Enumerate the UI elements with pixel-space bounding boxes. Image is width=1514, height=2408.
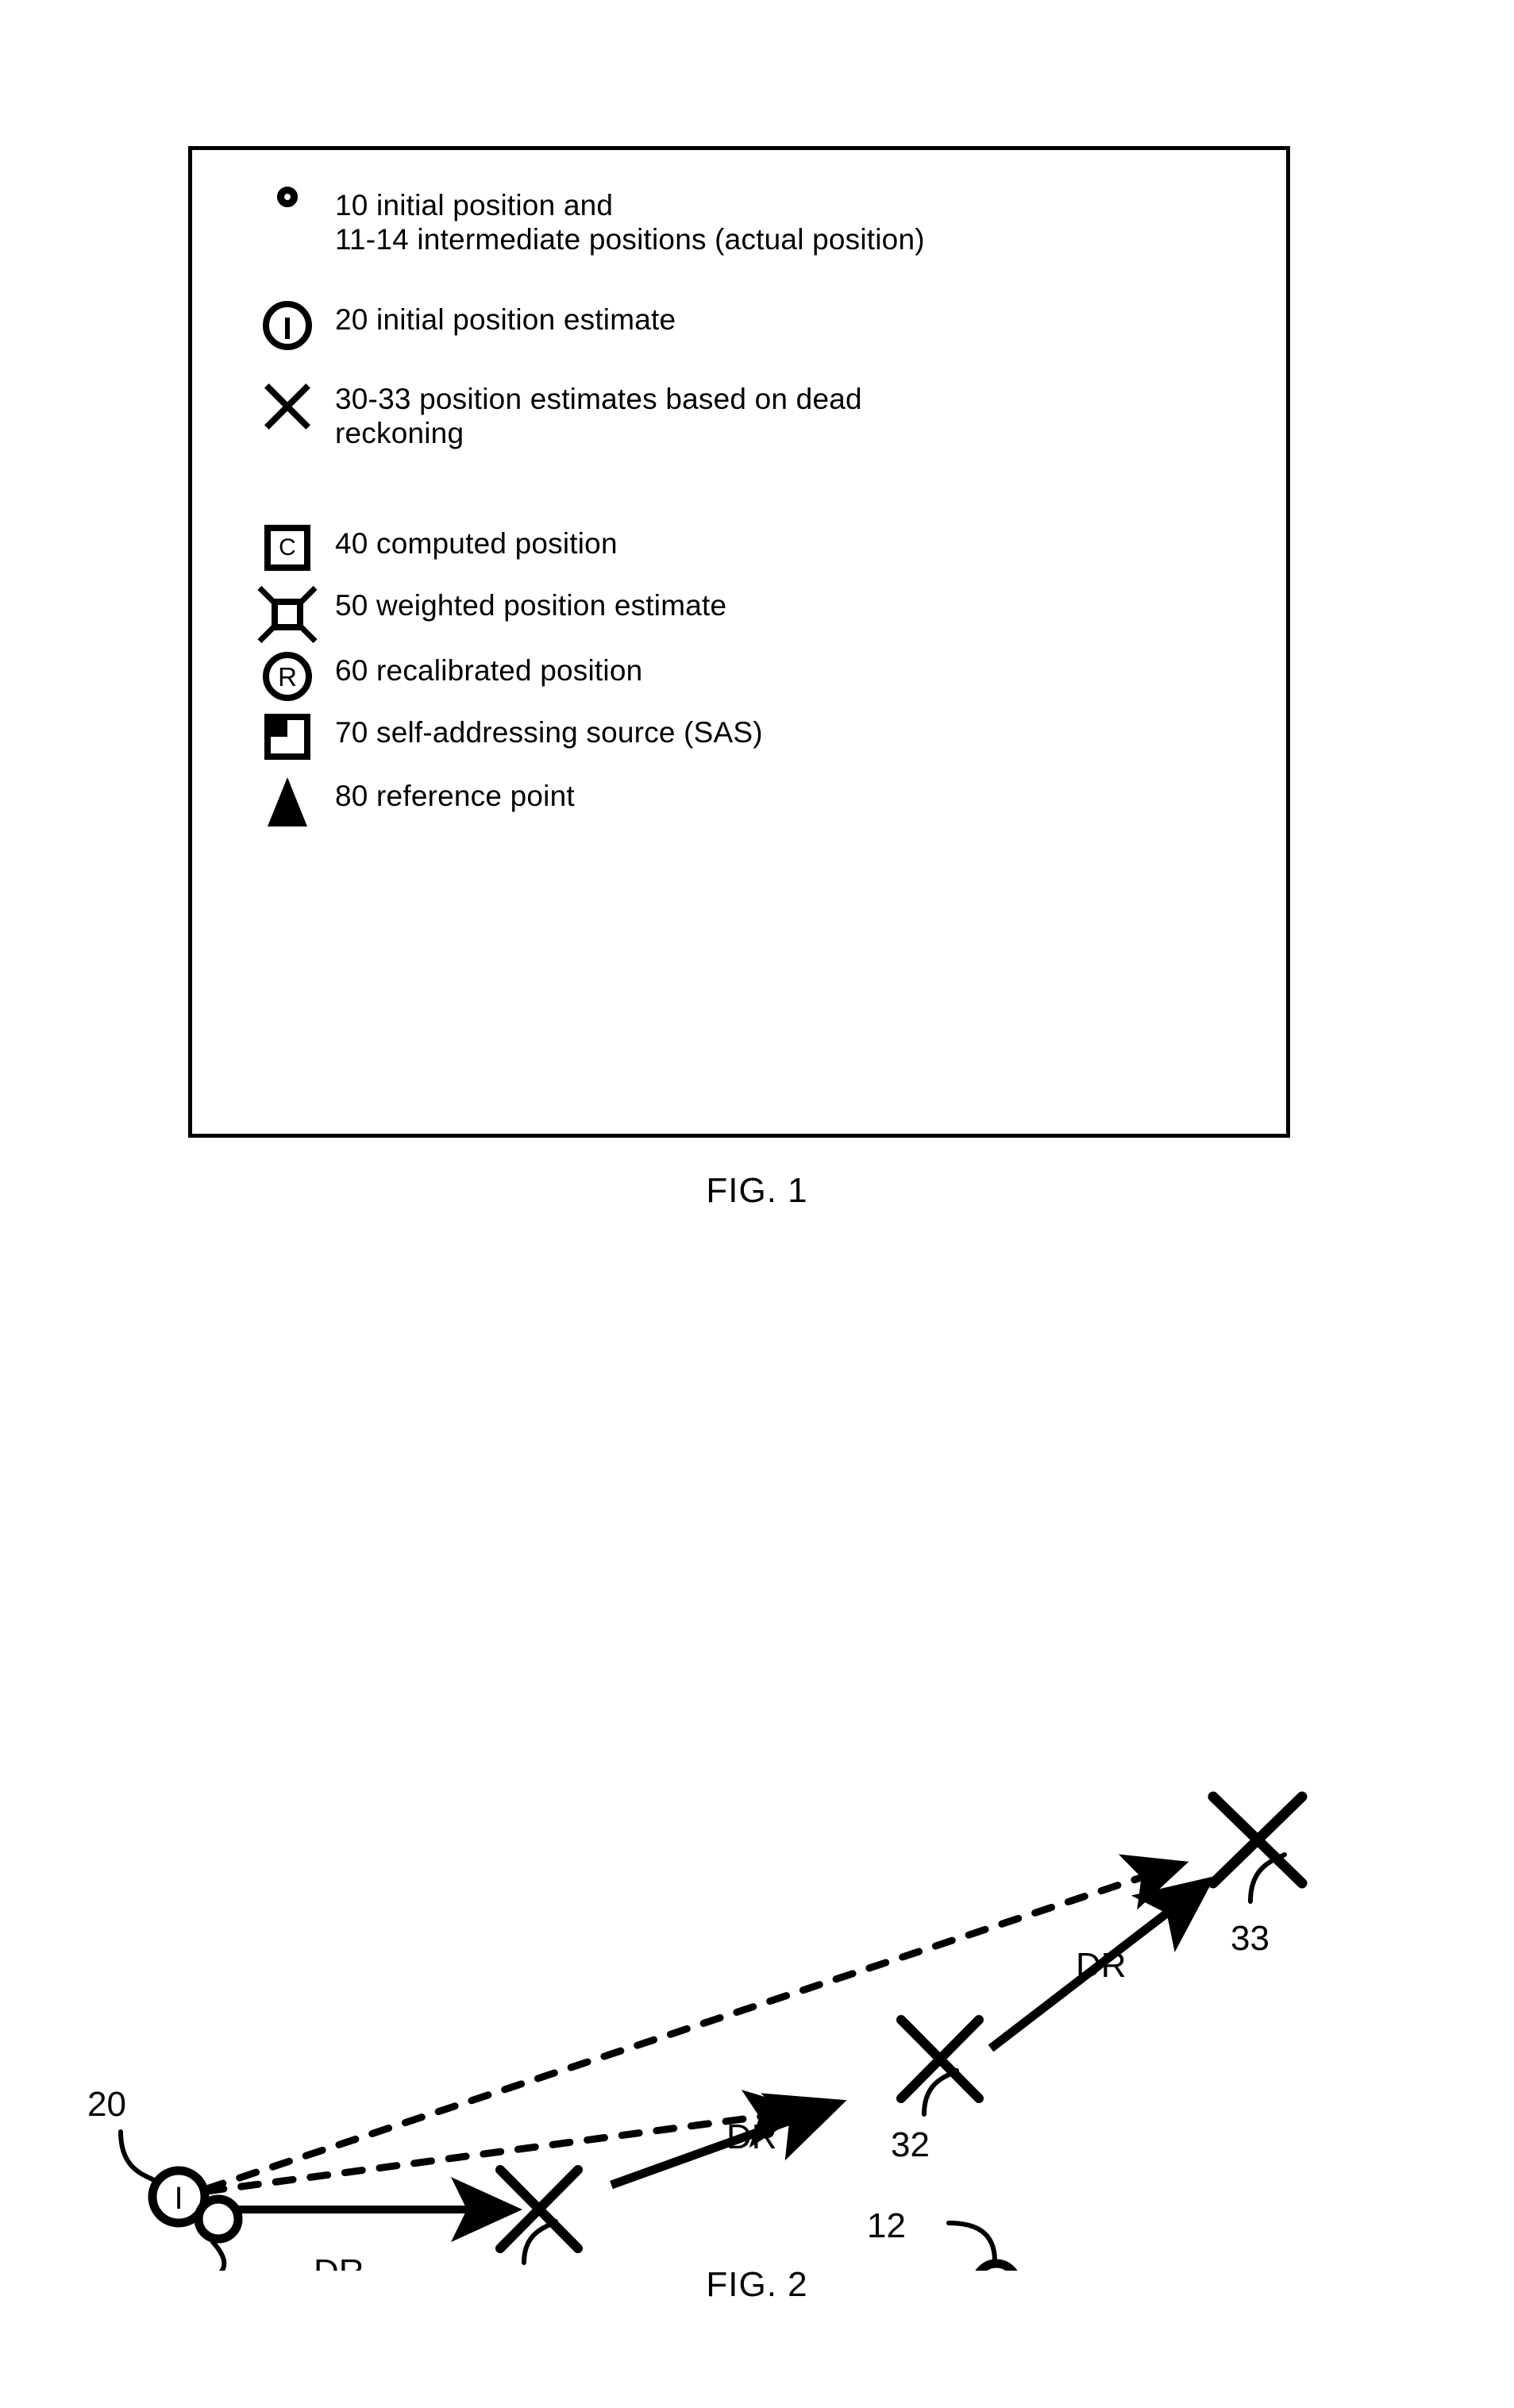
actual-position-marker-12: 12 <box>867 2206 1018 2271</box>
sas-square-icon <box>240 714 335 760</box>
x-cross-icon <box>240 380 335 433</box>
legend-row: 80 reference point <box>240 777 575 826</box>
dashed-vector-to-32 <box>202 1854 1189 2193</box>
dr-arrow-2 <box>610 2093 847 2190</box>
ref-label-32: 32 <box>891 2125 930 2164</box>
x-marker-32: 32 <box>891 2015 984 2164</box>
legend-row: 10 initial position and 11-14 intermedia… <box>240 187 925 257</box>
legend-row: C 40 computed position <box>240 525 618 571</box>
dashed-estimate-vectors <box>202 1854 1189 2195</box>
figure-2-diagram: 31 32 33 I 20 10 11 12 <box>87 1791 1308 2271</box>
x-marker-33: 33 <box>1208 1791 1308 1958</box>
initial-position-estimate-marker: I 20 <box>87 2085 210 2228</box>
leader-curve-12 <box>946 2221 997 2264</box>
legend-row-label: 70 self-addressing source (SAS) <box>335 716 763 749</box>
legend-row-label: 10 initial position and 11-14 intermedia… <box>335 189 925 256</box>
legend-row: 20 initial position estimate <box>240 301 676 350</box>
circled-r-glyph: R <box>263 652 312 701</box>
dead-reckoning-vectors <box>213 1875 1215 2242</box>
dr-label-3: DR <box>1076 1946 1127 1985</box>
leader-curve-20 <box>118 2129 160 2184</box>
filled-triangle-icon <box>240 777 335 826</box>
small-open-circle-icon <box>240 187 335 207</box>
figure-1-legend-box: 10 initial position and 11-14 intermedia… <box>188 146 1290 1138</box>
boxed-c-icon: C <box>240 525 335 571</box>
dr-label-2: DR <box>726 2117 777 2156</box>
legend-row: 70 self-addressing source (SAS) <box>240 714 763 760</box>
legend-row-label: 60 recalibrated position <box>335 654 643 687</box>
legend-row-label: 30-33 position estimates based on dead r… <box>335 383 862 450</box>
weighted-square-icon <box>240 585 335 644</box>
ref-label-20: 20 <box>87 2085 126 2124</box>
legend-row: 30-33 position estimates based on dead r… <box>240 380 862 451</box>
legend-row-label: 80 reference point <box>335 780 575 812</box>
legend-row: 50 weighted position estimate <box>240 585 727 644</box>
initial-estimate-glyph: I <box>174 2181 183 2216</box>
legend-row: R 60 recalibrated position <box>240 652 642 701</box>
figure-2-caption: FIG. 2 <box>706 2265 808 2304</box>
circled-i-icon <box>240 301 335 350</box>
ref-label-33: 33 <box>1231 1919 1269 1958</box>
figure-1-caption: FIG. 1 <box>706 1171 808 1210</box>
circled-r-icon: R <box>240 652 335 701</box>
boxed-c-glyph: C <box>264 525 310 571</box>
legend-row-label: 50 weighted position estimate <box>335 589 727 622</box>
legend-row-label: 40 computed position <box>335 527 618 560</box>
x-marker-31: 31 <box>495 2165 583 2265</box>
ref-label-12: 12 <box>867 2206 906 2245</box>
legend-row-label: 20 initial position estimate <box>335 303 676 336</box>
